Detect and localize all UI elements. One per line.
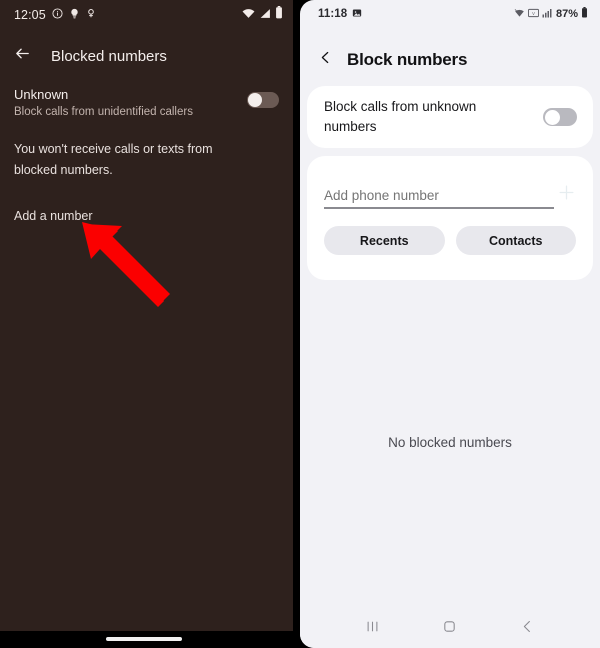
block-unknown-row[interactable]: Block calls from unknown numbers	[307, 86, 593, 148]
recents-chip[interactable]: Recents	[324, 226, 445, 255]
right-status-bar: 11:18 V 87%	[300, 0, 600, 28]
block-unknown-label: Block calls from unknown numbers	[324, 99, 477, 134]
left-app-bar: Blocked numbers	[0, 38, 293, 74]
left-unknown-subtitle: Block calls from unidentified callers	[14, 106, 193, 118]
back-arrow-icon[interactable]	[14, 45, 31, 67]
battery-icon	[581, 5, 588, 23]
system-navigation-bar	[300, 604, 600, 648]
right-status-time: 11:18	[318, 8, 348, 20]
right-page-title: Block numbers	[347, 50, 468, 69]
block-unknown-toggle[interactable]	[543, 108, 577, 126]
wifi-icon	[514, 5, 525, 23]
left-page-title: Blocked numbers	[51, 47, 167, 65]
left-description-text: You won't receive calls or texts from bl…	[14, 142, 213, 177]
location-icon	[86, 6, 96, 24]
empty-state-label: No blocked numbers	[388, 435, 512, 450]
left-status-bar: 12:05	[0, 0, 293, 30]
battery-icon	[275, 6, 283, 24]
wifi-icon	[242, 6, 255, 24]
left-unknown-toggle[interactable]	[247, 92, 279, 108]
add-a-number-link[interactable]: Add a number	[14, 209, 93, 223]
left-phone-screenshot: 12:05 Blocked numbers Unknown Block call…	[0, 0, 293, 631]
add-phone-number-input[interactable]	[324, 187, 524, 203]
signal-icon	[259, 6, 271, 24]
back-chevron-icon[interactable]	[318, 49, 333, 71]
left-status-bar-right	[242, 6, 283, 24]
left-unknown-setting-row[interactable]: Unknown Block calls from unidentified ca…	[0, 84, 293, 124]
right-status-bar-left: 11:18	[318, 5, 362, 23]
contacts-chip[interactable]: Contacts	[455, 226, 576, 255]
block-unknown-toggle-knob	[544, 109, 560, 125]
left-status-time: 12:05	[14, 8, 46, 22]
source-chip-row: Recents Contacts	[324, 226, 576, 255]
recents-icon[interactable]	[353, 611, 393, 641]
lightbulb-icon	[69, 6, 80, 24]
left-status-bar-left: 12:05	[14, 6, 96, 24]
left-unknown-texts: Unknown Block calls from unidentified ca…	[14, 84, 193, 120]
plus-icon[interactable]	[557, 183, 576, 207]
left-unknown-title: Unknown	[14, 87, 69, 102]
right-app-bar: Block numbers	[300, 42, 600, 78]
volte-icon: V	[528, 5, 539, 23]
right-status-bar-right: V 87%	[514, 5, 588, 23]
back-icon[interactable]	[507, 611, 547, 641]
left-unknown-toggle-knob	[248, 93, 262, 107]
add-number-card: Recents Contacts	[307, 156, 593, 280]
svg-text:V: V	[532, 11, 535, 16]
right-phone-screenshot: 11:18 V 87% Block numbers Block calls fr…	[300, 0, 600, 648]
signal-icon	[542, 5, 553, 23]
gesture-home-pill[interactable]	[106, 637, 182, 641]
red-arrow-annotation-left	[82, 222, 170, 307]
image-icon	[352, 5, 362, 23]
info-circle-icon	[52, 6, 63, 24]
block-unknown-card[interactable]: Block calls from unknown numbers	[307, 86, 593, 148]
battery-percent-label: 87%	[555, 8, 578, 20]
home-icon[interactable]	[430, 611, 470, 641]
add-number-underline	[324, 207, 554, 209]
